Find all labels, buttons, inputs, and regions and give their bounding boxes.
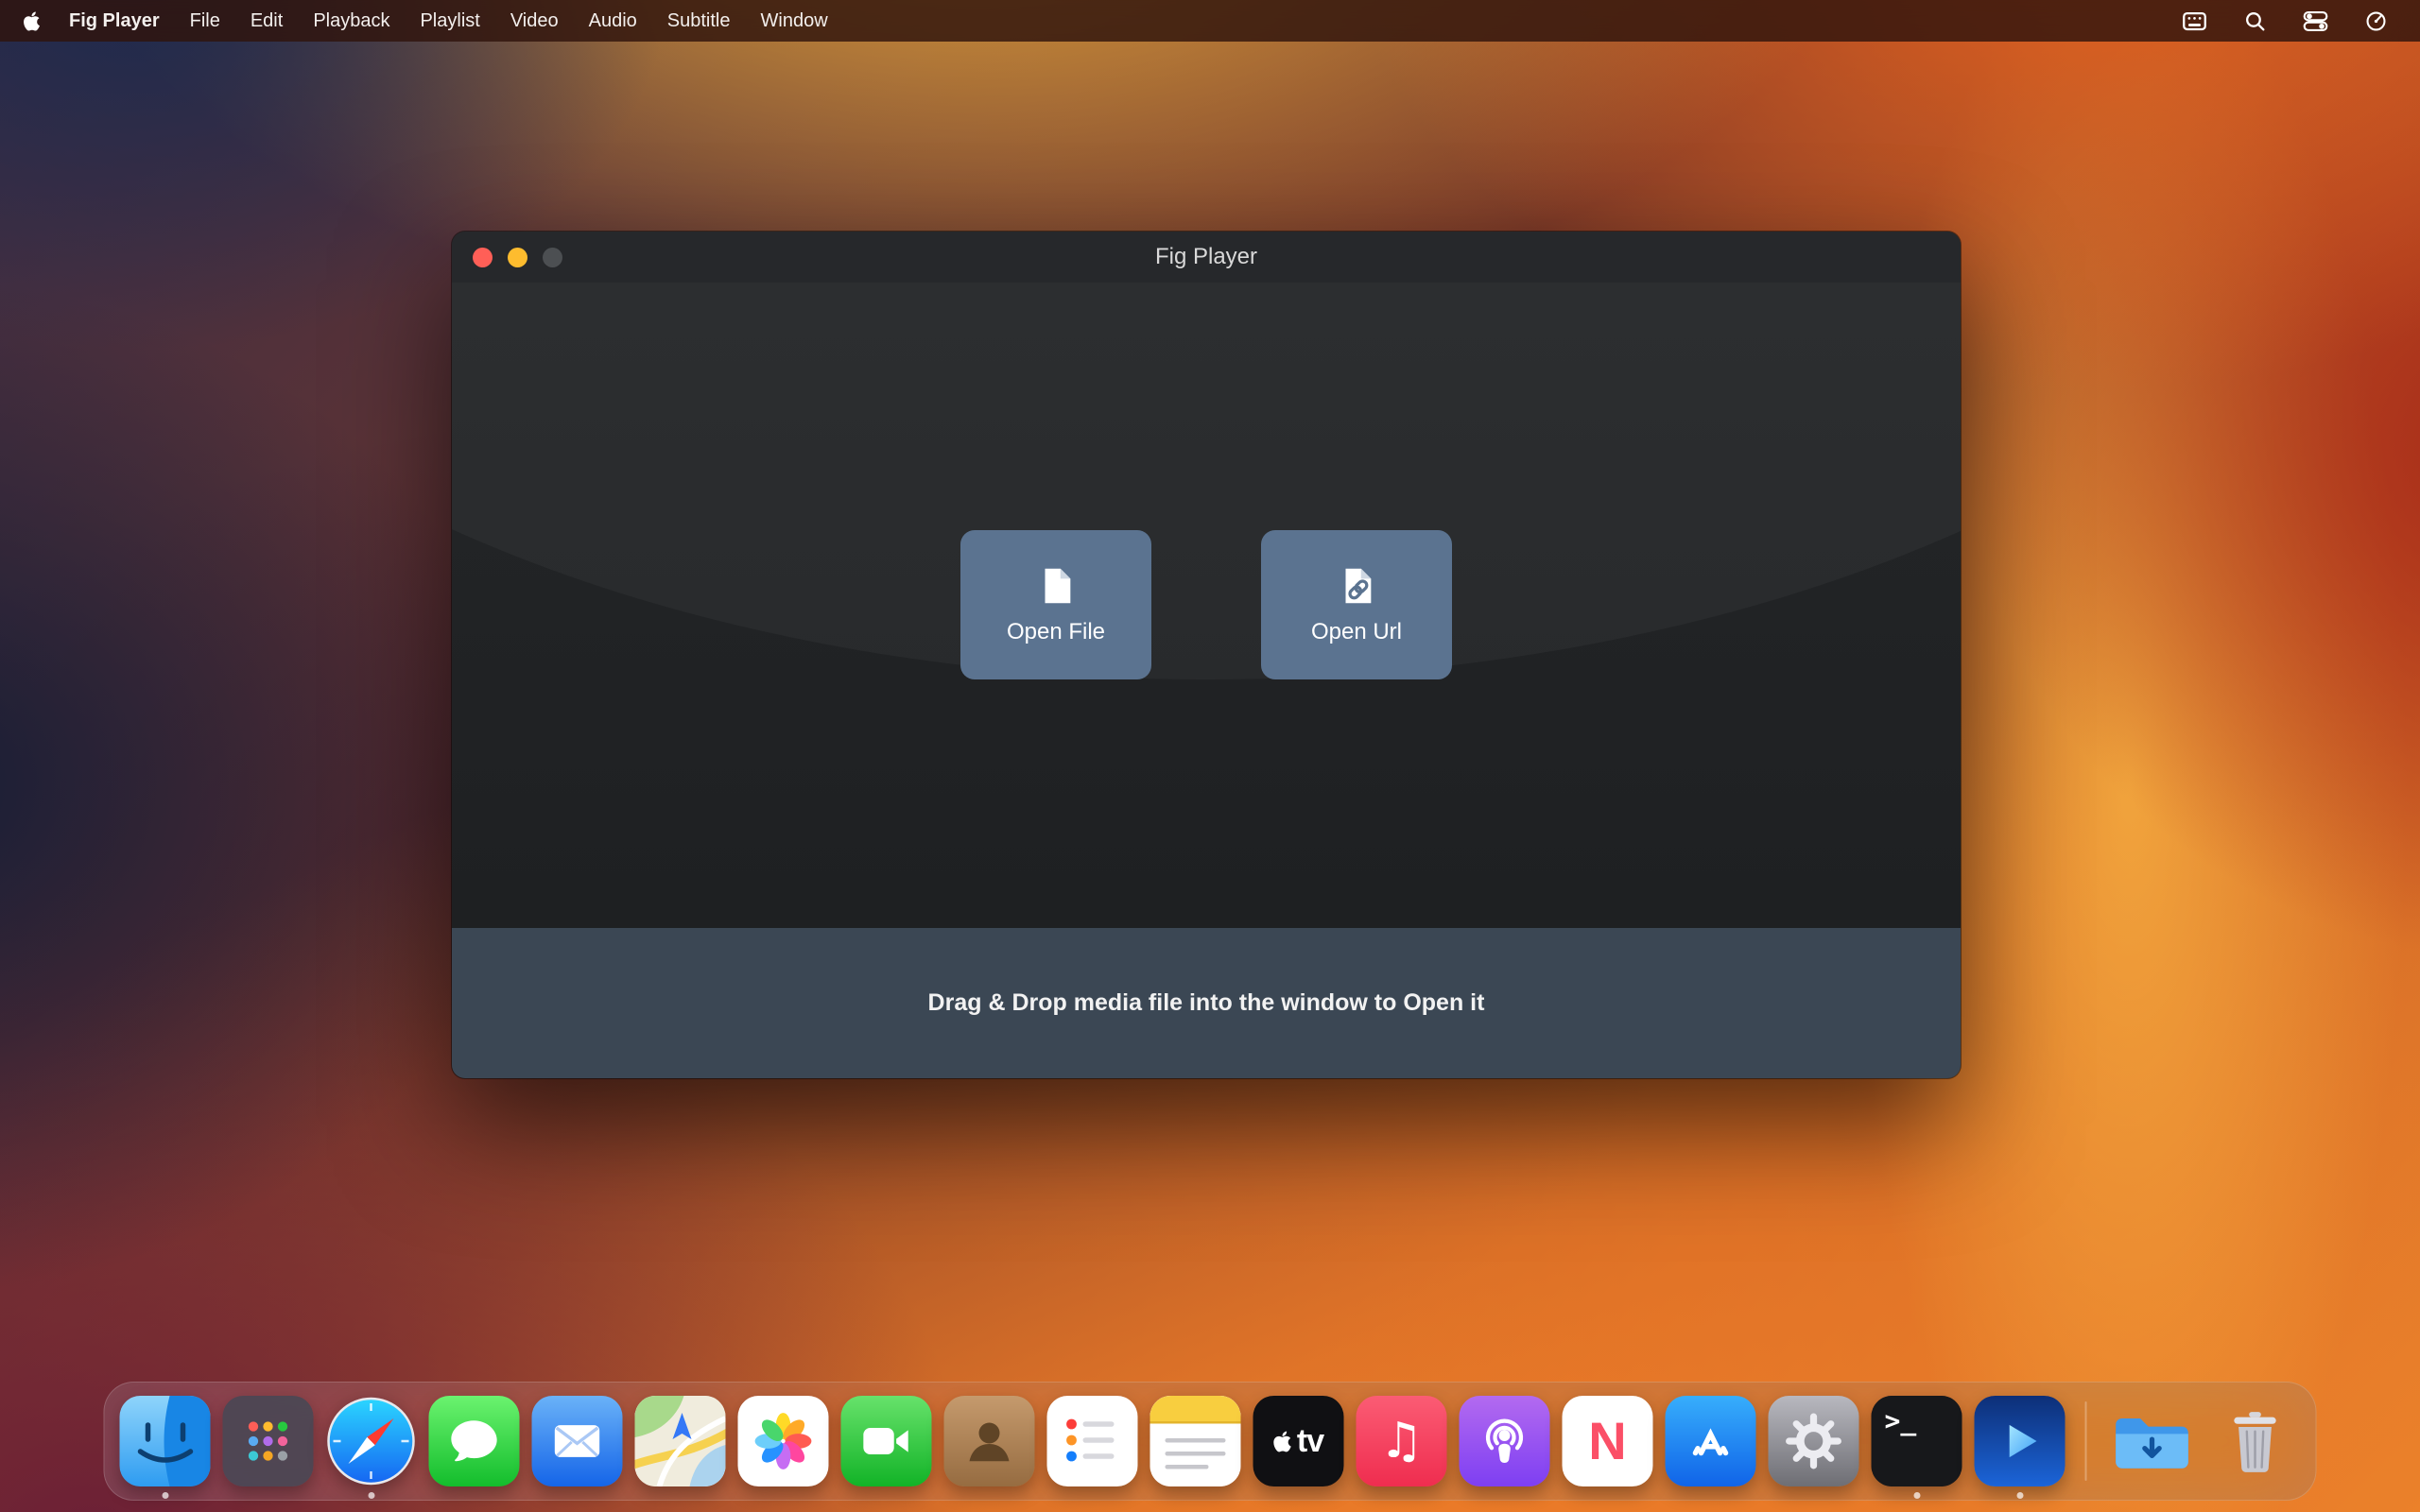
app-menu-title[interactable]: Fig Player bbox=[54, 0, 175, 42]
reminders-icon bbox=[1063, 1411, 1123, 1471]
menu-audio[interactable]: Audio bbox=[574, 0, 652, 42]
apple-tv-logo-icon bbox=[1273, 1430, 1292, 1453]
close-button[interactable] bbox=[473, 248, 493, 267]
gauge-icon[interactable] bbox=[2364, 9, 2388, 33]
open-file-button[interactable]: Open File bbox=[960, 530, 1151, 679]
drop-hint-bar: Drag & Drop media file into the window t… bbox=[452, 928, 1961, 1078]
launchpad-icon bbox=[239, 1412, 298, 1470]
apple-logo-icon bbox=[23, 10, 41, 32]
dock-item-safari[interactable] bbox=[326, 1396, 417, 1486]
minimize-button[interactable] bbox=[508, 248, 527, 267]
mail-icon bbox=[550, 1414, 605, 1469]
fig-player-window: Fig Player Open File Open Url Dr bbox=[452, 232, 1961, 1078]
notes-icon bbox=[1150, 1396, 1241, 1486]
safari-icon bbox=[326, 1396, 417, 1486]
finder-icon bbox=[120, 1396, 211, 1486]
dock-item-settings[interactable] bbox=[1769, 1396, 1859, 1486]
menu-bar: Fig Player File Edit Playback Playlist V… bbox=[0, 0, 2420, 42]
music-note-icon: ♫ bbox=[1379, 1417, 1424, 1466]
dock-item-trash[interactable] bbox=[2210, 1396, 2301, 1486]
messages-icon bbox=[447, 1414, 502, 1469]
podcasts-icon bbox=[1477, 1413, 1533, 1469]
dock-item-facetime[interactable] bbox=[841, 1396, 932, 1486]
tv-glyph: tv bbox=[1297, 1423, 1323, 1460]
open-url-button[interactable]: Open Url bbox=[1261, 530, 1452, 679]
dock-item-messages[interactable] bbox=[429, 1396, 520, 1486]
dock-item-finder[interactable] bbox=[120, 1396, 211, 1486]
drop-hint-text: Drag & Drop media file into the window t… bbox=[928, 989, 1485, 1017]
input-source-icon[interactable] bbox=[2182, 9, 2207, 34]
trash-icon bbox=[2220, 1405, 2291, 1477]
menu-edit[interactable]: Edit bbox=[235, 0, 298, 42]
dock-item-photos[interactable] bbox=[738, 1396, 829, 1486]
photos-icon bbox=[752, 1410, 815, 1472]
menu-file[interactable]: File bbox=[175, 0, 235, 42]
facetime-icon bbox=[859, 1414, 914, 1469]
dock-item-reminders[interactable] bbox=[1047, 1396, 1138, 1486]
window-titlebar[interactable]: Fig Player bbox=[452, 232, 1961, 283]
document-link-icon bbox=[1335, 564, 1378, 608]
dock-item-appstore[interactable] bbox=[1666, 1396, 1756, 1486]
desktop: Fig Player File Edit Playback Playlist V… bbox=[0, 0, 2420, 1512]
dock-item-contacts[interactable] bbox=[944, 1396, 1035, 1486]
dock-item-launchpad[interactable] bbox=[223, 1396, 314, 1486]
window-title: Fig Player bbox=[452, 244, 1961, 270]
dock-item-maps[interactable] bbox=[635, 1396, 726, 1486]
traffic-lights bbox=[452, 248, 562, 267]
control-center-icon[interactable] bbox=[2303, 9, 2328, 34]
menu-playback[interactable]: Playback bbox=[298, 0, 405, 42]
dock-item-music[interactable]: ♫ bbox=[1357, 1396, 1447, 1486]
dock-item-terminal[interactable]: >_ bbox=[1872, 1396, 1962, 1486]
document-icon bbox=[1034, 564, 1078, 608]
maps-icon bbox=[635, 1396, 726, 1486]
dock-item-news[interactable]: N bbox=[1563, 1396, 1653, 1486]
open-buttons-row: Open File Open Url bbox=[452, 530, 1961, 679]
dock-item-podcasts[interactable] bbox=[1460, 1396, 1550, 1486]
menu-playlist[interactable]: Playlist bbox=[405, 0, 494, 42]
dock-separator bbox=[2085, 1401, 2087, 1481]
dock-item-fig-player[interactable] bbox=[1975, 1396, 2066, 1486]
svg-text:N: N bbox=[1588, 1411, 1626, 1470]
menu-subtitle[interactable]: Subtitle bbox=[652, 0, 746, 42]
menu-video[interactable]: Video bbox=[495, 0, 574, 42]
open-file-label: Open File bbox=[1007, 619, 1105, 645]
gear-icon bbox=[1785, 1412, 1843, 1470]
dock: tv ♫ N >_ bbox=[104, 1382, 2317, 1501]
spotlight-icon[interactable] bbox=[2243, 9, 2267, 33]
dock-item-downloads[interactable] bbox=[2107, 1396, 2198, 1486]
apple-menu[interactable] bbox=[19, 10, 54, 32]
menu-window[interactable]: Window bbox=[746, 0, 843, 42]
dock-item-mail[interactable] bbox=[532, 1396, 623, 1486]
contacts-icon bbox=[961, 1413, 1018, 1469]
app-store-icon bbox=[1683, 1413, 1739, 1469]
downloads-folder-icon bbox=[2109, 1398, 2196, 1485]
drop-zone[interactable]: Open File Open Url bbox=[452, 283, 1961, 928]
dock-item-tv[interactable]: tv bbox=[1253, 1396, 1344, 1486]
dock-item-notes[interactable] bbox=[1150, 1396, 1241, 1486]
open-url-label: Open Url bbox=[1311, 619, 1402, 645]
zoom-button-disabled bbox=[543, 248, 562, 267]
menu-bar-status-area bbox=[2182, 9, 2401, 34]
news-icon: N bbox=[1563, 1396, 1653, 1486]
play-icon bbox=[1995, 1416, 2046, 1467]
terminal-prompt-icon: >_ bbox=[1885, 1405, 1917, 1436]
